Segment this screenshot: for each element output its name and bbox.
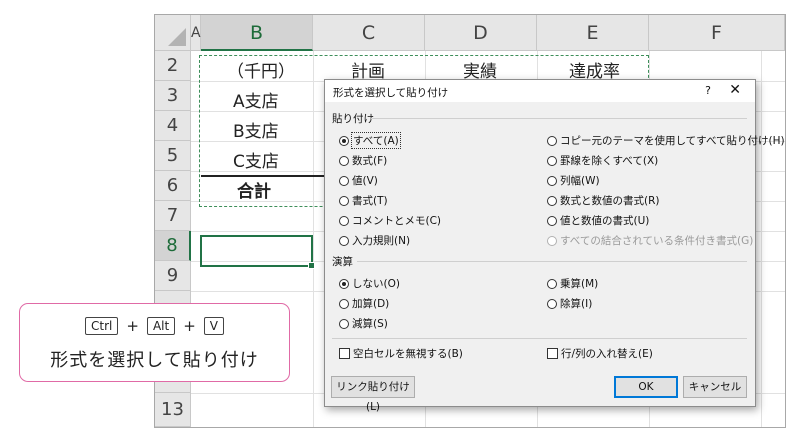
radio-icon: [339, 135, 349, 146]
dialog-titlebar: 形式を選択して貼り付け ? ✕: [325, 80, 755, 102]
radio-paste-formulas[interactable]: 数式(F): [339, 153, 387, 168]
radio-paste-values-number-formats[interactable]: 値と数値の書式(U): [547, 213, 649, 228]
radio-icon: [547, 155, 557, 166]
radio-icon: [339, 215, 349, 226]
checkbox-icon: [547, 348, 558, 359]
radio-paste-column-widths[interactable]: 列幅(W): [547, 173, 600, 188]
dialog-title: 形式を選択して貼り付け: [333, 87, 449, 99]
row-header-3[interactable]: 3: [155, 81, 191, 111]
radio-paste-merged-conditional: すべての結合されている条件付き書式(G): [547, 233, 753, 248]
paste-special-dialog: 形式を選択して貼り付け ? ✕ 貼り付け すべて(A) 数式(F) 値(V) 書…: [324, 79, 785, 413]
radio-icon: [339, 155, 349, 166]
row-header-6[interactable]: 6: [155, 171, 191, 201]
radio-icon: [339, 318, 349, 329]
row-header-9[interactable]: 9: [155, 261, 191, 291]
row-header-5[interactable]: 5: [155, 141, 191, 171]
shortcut-keys: Ctrl + Alt + V: [20, 317, 289, 335]
radio-icon: [547, 298, 557, 309]
radio-paste-all[interactable]: すべて(A): [339, 132, 401, 149]
key-ctrl: Ctrl: [85, 317, 119, 335]
radio-paste-source-theme[interactable]: コピー元のテーマを使用してすべて貼り付け(H): [547, 133, 785, 148]
radio-op-subtract[interactable]: 減算(S): [339, 316, 388, 331]
key-v: V: [203, 317, 224, 335]
column-header-e[interactable]: E: [537, 15, 649, 51]
radio-icon: [339, 175, 349, 186]
column-header-d[interactable]: D: [425, 15, 537, 51]
column-header-c[interactable]: C: [313, 15, 425, 51]
radio-icon: [547, 215, 557, 226]
row-header-8[interactable]: 8: [155, 231, 191, 261]
radio-icon: [547, 235, 557, 246]
group-divider: [371, 118, 747, 119]
select-all-corner[interactable]: [155, 15, 191, 51]
column-header-f[interactable]: F: [649, 15, 785, 51]
radio-op-divide[interactable]: 除算(I): [547, 296, 592, 311]
key-alt: Alt: [146, 317, 176, 335]
shortcut-callout: Ctrl + Alt + V 形式を選択して貼り付け: [19, 303, 290, 382]
radio-paste-formats[interactable]: 書式(T): [339, 193, 388, 208]
close-button[interactable]: ✕: [729, 82, 741, 98]
grid-line: [761, 51, 762, 427]
callout-caption: 形式を選択して貼り付け: [50, 350, 259, 371]
row-header-4[interactable]: 4: [155, 111, 191, 141]
cancel-button[interactable]: キャンセル: [683, 376, 747, 398]
radio-paste-formulas-number-formats[interactable]: 数式と数値の書式(R): [547, 193, 660, 208]
radio-op-add[interactable]: 加算(D): [339, 296, 389, 311]
radio-paste-comments[interactable]: コメントとメモ(C): [339, 213, 441, 228]
radio-icon: [339, 298, 349, 309]
help-button[interactable]: ?: [705, 84, 711, 97]
checkbox-skip-blanks[interactable]: 空白セルを無視する(B): [339, 346, 463, 361]
operation-group-label: 演算: [332, 256, 353, 268]
radio-icon: [547, 135, 557, 146]
group-divider: [332, 338, 747, 339]
row-header-2[interactable]: 2: [155, 51, 191, 81]
row-header-7[interactable]: 7: [155, 201, 191, 231]
plus-sign: +: [183, 317, 196, 335]
column-header-b[interactable]: B: [201, 15, 313, 51]
paste-group-label: 貼り付け: [332, 113, 374, 125]
checkbox-transpose[interactable]: 行/列の入れ替え(E): [547, 346, 653, 361]
fill-handle[interactable]: [308, 262, 315, 269]
group-divider: [357, 261, 747, 262]
active-cell-b8[interactable]: [200, 235, 315, 269]
paste-link-button[interactable]: リンク貼り付け(L): [331, 376, 415, 413]
row-header-13[interactable]: 13: [155, 393, 191, 427]
radio-op-none[interactable]: しない(O): [339, 276, 400, 291]
radio-paste-validation[interactable]: 入力規則(N): [339, 233, 410, 248]
plus-sign: +: [126, 317, 139, 335]
ok-button[interactable]: OK: [614, 376, 678, 398]
radio-icon: [339, 235, 349, 246]
radio-icon: [547, 175, 557, 186]
column-header-a[interactable]: A: [191, 15, 201, 51]
radio-icon: [547, 195, 557, 206]
radio-paste-no-borders[interactable]: 罫線を除くすべて(X): [547, 153, 658, 168]
radio-icon: [339, 278, 349, 289]
radio-op-multiply[interactable]: 乗算(M): [547, 276, 598, 291]
radio-paste-values[interactable]: 値(V): [339, 173, 378, 188]
radio-icon: [547, 278, 557, 289]
checkbox-icon: [339, 348, 350, 359]
radio-icon: [339, 195, 349, 206]
